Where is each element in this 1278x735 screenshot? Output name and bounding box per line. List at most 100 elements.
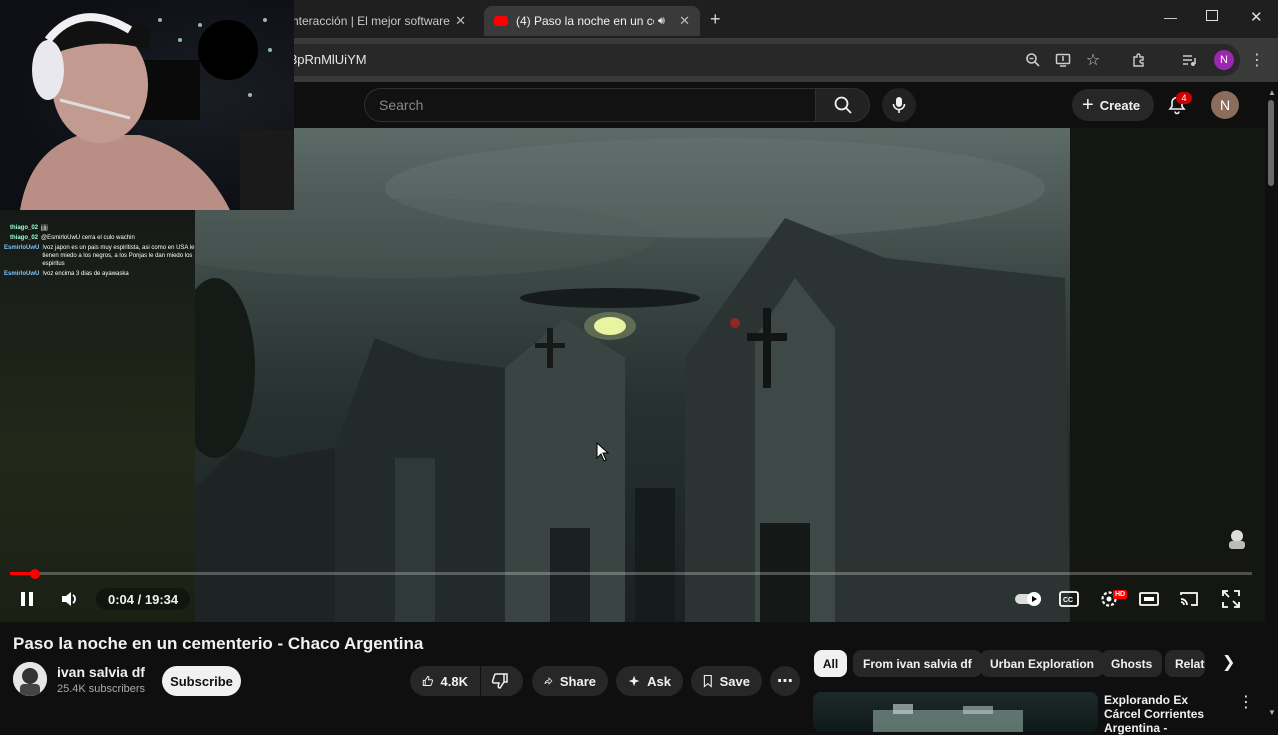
close-window-icon[interactable]: ✕ xyxy=(1250,8,1263,26)
streamer-webcam-image xyxy=(20,13,294,210)
microphone-icon xyxy=(892,97,906,113)
cemetery-scene-image xyxy=(195,138,1070,622)
page-scrollbar[interactable]: ▲ ▼ xyxy=(1266,88,1276,720)
chip-related[interactable]: Relat xyxy=(1165,650,1205,677)
menu-icon[interactable]: ⋮ xyxy=(1246,49,1268,71)
recommendation-more-icon[interactable]: ⋮ xyxy=(1238,692,1254,712)
cast-button[interactable] xyxy=(1178,588,1200,610)
video-title: Paso la noche en un cementerio - Chaco A… xyxy=(13,634,424,653)
chat-text: jjjjj xyxy=(41,225,48,231)
chat-text: !voz japon es un pais muy espiritista, a… xyxy=(42,245,195,267)
captions-icon: CC xyxy=(1059,591,1079,607)
minimize-icon[interactable]: — xyxy=(1164,10,1177,25)
chat-text: !voz encima 3 dias de ayawaska xyxy=(42,271,129,277)
create-label: Create xyxy=(1099,97,1141,113)
channel-watermark-icon[interactable] xyxy=(1224,526,1250,552)
chat-message: EsmirloUwU !voz encima 3 dias de ayawask… xyxy=(0,270,230,278)
new-tab-icon[interactable]: + xyxy=(710,9,721,30)
chip-ghosts[interactable]: Ghosts xyxy=(1101,650,1163,677)
pause-button[interactable] xyxy=(16,588,38,610)
more-actions-button[interactable]: ⋯ xyxy=(770,666,800,696)
chat-message: EsmirloUwU !voz japon es un pais muy esp… xyxy=(0,244,230,268)
chat-message: thiago_02 jjjjj xyxy=(0,224,230,232)
tab-software[interactable]: nteracción | El mejor software ✕ xyxy=(280,6,476,36)
speaker-icon[interactable]: 🔊︎ xyxy=(658,15,665,28)
chat-username: EsmirloUwU xyxy=(4,245,40,251)
stream-chat: thiago_02 jjjjj thiago_02 @EsmirloUwU ce… xyxy=(0,224,230,280)
save-label: Save xyxy=(719,673,750,689)
share-button[interactable]: Share xyxy=(532,666,608,696)
fullscreen-icon xyxy=(1222,590,1240,608)
mouse-cursor-icon xyxy=(596,441,610,467)
close-icon[interactable]: ✕ xyxy=(455,13,466,29)
share-icon xyxy=(544,677,553,685)
recommendation-title[interactable]: Explorando Ex Cárcel Corrientes Argentin… xyxy=(1104,693,1224,735)
fullscreen-button[interactable] xyxy=(1220,588,1242,610)
recommendation-thumbnail[interactable] xyxy=(813,692,1098,732)
search-icon xyxy=(834,96,852,114)
dislike-button[interactable] xyxy=(481,666,523,696)
search-button[interactable] xyxy=(816,88,870,122)
voice-search-button[interactable] xyxy=(882,88,916,122)
install-icon[interactable] xyxy=(1052,49,1074,71)
restore-icon[interactable] xyxy=(1206,10,1218,21)
channel-avatar[interactable] xyxy=(13,662,47,696)
chip-from-channel[interactable]: From ivan salvia df xyxy=(853,650,982,677)
chip-all[interactable]: All xyxy=(814,650,847,677)
close-icon[interactable]: ✕ xyxy=(679,13,690,29)
chat-username: EsmirloUwU xyxy=(4,271,40,277)
volume-button[interactable] xyxy=(58,588,82,610)
account-avatar[interactable]: N xyxy=(1211,91,1239,119)
theater-mode-button[interactable] xyxy=(1138,588,1160,610)
plus-icon: + xyxy=(1082,94,1094,116)
bookmark-icon xyxy=(703,674,712,688)
tab-label: nteracción | El mejor software xyxy=(292,14,450,28)
subscriber-count: 25.4K subscribers xyxy=(57,683,146,695)
autoplay-toggle-icon xyxy=(1015,592,1041,606)
progress-bar[interactable] xyxy=(10,572,1252,575)
thumbs-up-icon xyxy=(422,676,434,686)
ask-label: Ask xyxy=(647,673,671,689)
subscribe-button[interactable]: Subscribe xyxy=(162,666,241,696)
chat-text: @EsmirloUwU cerra el culo wachin xyxy=(41,235,135,241)
scroll-down-icon[interactable]: ▼ xyxy=(1268,708,1276,717)
like-count: 4.8K xyxy=(440,673,468,689)
svg-text:CC: CC xyxy=(1063,597,1073,604)
autoplay-toggle[interactable] xyxy=(1014,588,1042,610)
volume-icon xyxy=(62,592,76,606)
extensions-icon[interactable] xyxy=(1128,49,1150,71)
tab-youtube-video[interactable]: (4) Paso la noche en un cem 🔊︎ ✕ xyxy=(484,6,700,36)
progress-scrubber[interactable] xyxy=(29,569,40,579)
chat-username: thiago_02 xyxy=(10,235,39,241)
search-input[interactable]: Search xyxy=(364,88,816,122)
more-icon: ⋯ xyxy=(777,673,793,690)
chip-urban-exploration[interactable]: Urban Exploration xyxy=(980,650,1105,677)
url-text: 3pRnMlUiYM xyxy=(290,52,367,67)
chevron-right-icon[interactable]: ❯ xyxy=(1222,652,1235,672)
media-icon[interactable] xyxy=(1178,49,1200,71)
youtube-favicon-icon xyxy=(494,16,508,26)
pause-icon xyxy=(21,592,33,606)
theater-icon xyxy=(1139,592,1159,606)
like-button[interactable]: 4.8K xyxy=(410,666,480,696)
save-button[interactable]: Save xyxy=(691,666,762,696)
scroll-up-icon[interactable]: ▲ xyxy=(1268,88,1276,97)
thumbs-down-icon xyxy=(491,673,508,689)
time-display: 0:04 / 19:34 xyxy=(96,588,191,610)
channel-name[interactable]: ivan salvia df xyxy=(57,664,145,680)
captions-button[interactable]: CC xyxy=(1058,588,1080,610)
star-icon[interactable]: ☆ xyxy=(1082,49,1104,71)
create-button[interactable]: + Create xyxy=(1072,89,1154,121)
streamer-webcam-overlay xyxy=(0,0,294,210)
video-frame[interactable] xyxy=(195,128,1070,622)
profile-icon[interactable]: N xyxy=(1214,50,1234,70)
chat-message: thiago_02 @EsmirloUwU cerra el culo wach… xyxy=(0,234,230,242)
hd-badge: HD xyxy=(1113,590,1128,599)
notification-count-badge: 4 xyxy=(1176,92,1192,104)
tab-label: (4) Paso la noche en un cem xyxy=(516,14,654,28)
scrollbar-thumb[interactable] xyxy=(1268,100,1274,186)
ask-button[interactable]: Ask xyxy=(616,666,683,696)
cast-icon xyxy=(1180,592,1198,606)
share-label: Share xyxy=(559,673,596,689)
zoom-icon[interactable] xyxy=(1022,49,1044,71)
